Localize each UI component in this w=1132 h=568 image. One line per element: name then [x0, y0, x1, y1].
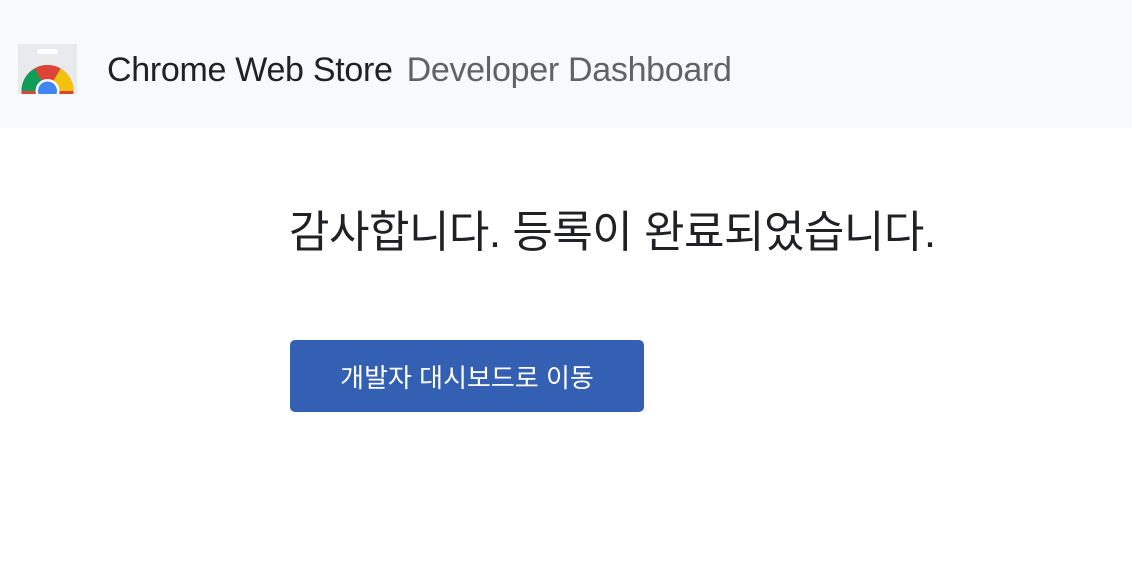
registration-complete-message: 감사합니다. 등록이 완료되었습니다.: [289, 208, 936, 257]
go-to-dashboard-button-label: 개발자 대시보드로 이동: [340, 362, 594, 393]
chrome-web-store-icon[interactable]: [18, 44, 77, 94]
brand-title: Chrome Web Store: [107, 50, 393, 89]
section-title: Developer Dashboard: [406, 50, 732, 89]
go-to-dashboard-button[interactable]: 개발자 대시보드로 이동: [290, 340, 644, 412]
top-header: Chrome Web Store Developer Dashboard: [0, 0, 1132, 128]
app-title[interactable]: Chrome Web Store Developer Dashboard: [107, 48, 732, 92]
